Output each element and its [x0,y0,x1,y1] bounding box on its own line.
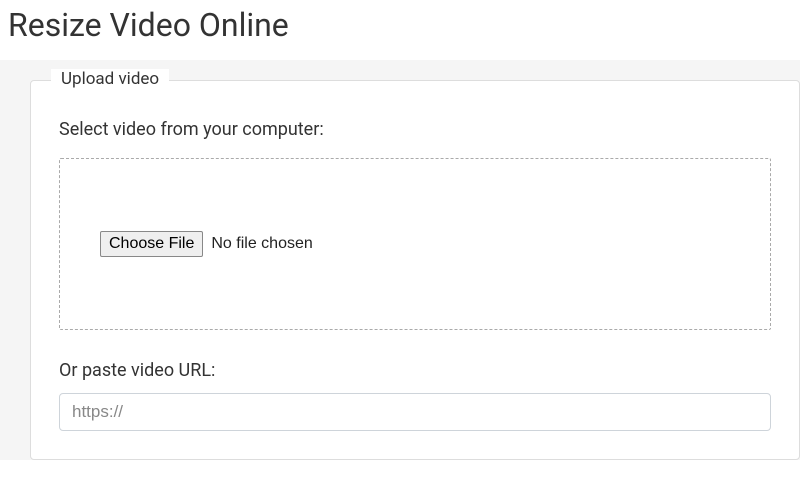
file-picker: Choose File No file chosen [100,231,770,257]
video-url-input[interactable] [59,393,771,431]
upload-fieldset: Upload video Select video from your comp… [30,80,800,460]
upload-legend: Upload video [51,69,169,89]
select-video-label: Select video from your computer: [59,119,771,140]
main-panel: Upload video Select video from your comp… [0,60,800,460]
file-status-text: No file chosen [211,235,312,253]
url-label: Or paste video URL: [59,360,771,381]
page-title: Resize Video Online [0,0,800,60]
choose-file-button[interactable]: Choose File [100,231,203,257]
file-dropzone[interactable]: Choose File No file chosen [59,158,771,330]
